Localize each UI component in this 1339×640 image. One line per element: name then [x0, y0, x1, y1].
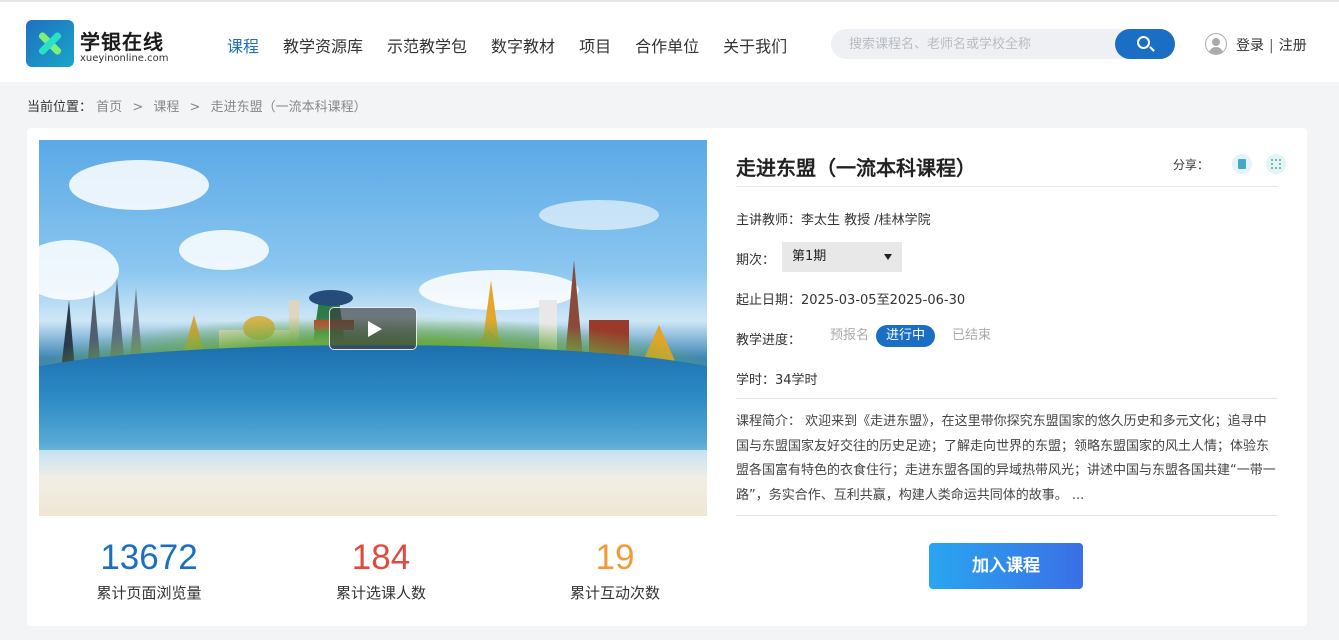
caret-down-icon [884, 254, 892, 260]
search-input[interactable] [849, 35, 1109, 53]
qr-code-icon[interactable] [1266, 154, 1286, 174]
progress-row: 教学进度： 预报名 进行中 已结束 [736, 325, 1136, 351]
term-select[interactable]: 第1期 [782, 242, 902, 272]
nav-item-about-us[interactable]: 关于我们 [723, 33, 787, 57]
nav-item-digital-textbook[interactable]: 数字教材 [491, 33, 555, 57]
stat-value: 13672 [100, 538, 198, 577]
breadcrumb-separator: > [189, 100, 201, 115]
date-label: 起止日期： [736, 293, 802, 308]
stat-page-views: 13672 累计页面浏览量 [39, 536, 259, 603]
breadcrumb-home[interactable]: 首页 [96, 100, 122, 115]
term-value: 第1期 [792, 249, 827, 264]
breadcrumb: 当前位置： 首页 > 课程 > 走进东盟（一流本科课程） [27, 96, 367, 115]
login-link[interactable]: 登录 [1236, 38, 1264, 54]
nav-item-projects[interactable]: 项目 [579, 33, 611, 57]
nav-item-demo-package[interactable]: 示范教学包 [387, 33, 467, 57]
logo-icon [26, 20, 74, 67]
progress-tag-in-progress: 进行中 [876, 325, 936, 347]
divider [736, 186, 1278, 187]
course-hours: 学时：34学时 [736, 373, 818, 388]
term-row: 期次： 第1期 [736, 242, 1036, 272]
register-link[interactable]: 注册 [1279, 38, 1307, 54]
progress-tag-ended: 已结束 [952, 328, 992, 343]
play-button[interactable] [329, 307, 417, 350]
join-course-button[interactable]: 加入课程 [929, 543, 1083, 589]
breadcrumb-courses[interactable]: 课程 [153, 100, 179, 115]
nav-item-partners[interactable]: 合作单位 [635, 33, 699, 57]
site-logo[interactable]: 学银在线 xueyinonline.com [26, 20, 169, 68]
term-label: 期次： [736, 253, 776, 268]
stat-interactions: 19 累计互动次数 [505, 536, 725, 603]
divider [736, 398, 1278, 399]
progress-label: 教学进度： [736, 333, 802, 348]
course-teacher: 主讲教师：李太生 教授 /桂林学院 [736, 213, 931, 228]
course-card: 13672 累计页面浏览量 184 累计选课人数 19 累计互动次数 走进东盟（… [27, 128, 1307, 626]
stat-label: 累计选课人数 [335, 584, 426, 602]
date-row: 起止日期：2025-03-05至2025-06-30 [736, 289, 965, 308]
auth-separator: | [1269, 38, 1274, 54]
stat-enrollments: 184 累计选课人数 [271, 536, 491, 603]
nav-item-courses[interactable]: 课程 [227, 33, 259, 57]
share-bar: 分享： [1158, 154, 1286, 174]
site-header: 学银在线 xueyinonline.com 课程 教学资源库 示范教学包 数字教… [0, 0, 1339, 82]
share-book-icon[interactable] [1232, 154, 1252, 174]
breadcrumb-separator: > [132, 100, 144, 115]
main-nav: 课程 教学资源库 示范教学包 数字教材 项目 合作单位 关于我们 [227, 33, 811, 57]
play-icon [368, 321, 382, 337]
logo-domain: xueyinonline.com [80, 53, 169, 64]
date-value: 2025-03-05至2025-06-30 [801, 293, 966, 308]
course-stats: 13672 累计页面浏览量 184 累计选课人数 19 累计互动次数 [39, 536, 707, 616]
nav-item-resource-library[interactable]: 教学资源库 [283, 33, 363, 57]
breadcrumb-label: 当前位置： [27, 100, 93, 115]
course-title: 走进东盟（一流本科课程） [736, 156, 976, 180]
share-label: 分享： [1173, 158, 1210, 172]
auth-links: 登录 | 注册 [1236, 35, 1307, 55]
divider [736, 515, 1278, 516]
course-intro: 课程简介： 欢迎来到《走进东盟》，在这里带你探究东盟国家的悠久历史和多元文化；追… [736, 414, 1276, 503]
stat-value: 19 [595, 538, 635, 577]
logo-name: 学银在线 [80, 30, 164, 54]
user-avatar-icon[interactable] [1205, 33, 1227, 55]
search-bar [831, 29, 1175, 59]
stat-label: 累计页面浏览量 [96, 584, 202, 602]
course-cover-video[interactable] [39, 140, 707, 516]
breadcrumb-current: 走进东盟（一流本科课程） [210, 100, 367, 115]
search-button[interactable] [1115, 29, 1175, 59]
stat-label: 累计互动次数 [569, 584, 660, 602]
stat-value: 184 [351, 538, 411, 577]
progress-tag-preregister: 预报名 [830, 328, 870, 343]
